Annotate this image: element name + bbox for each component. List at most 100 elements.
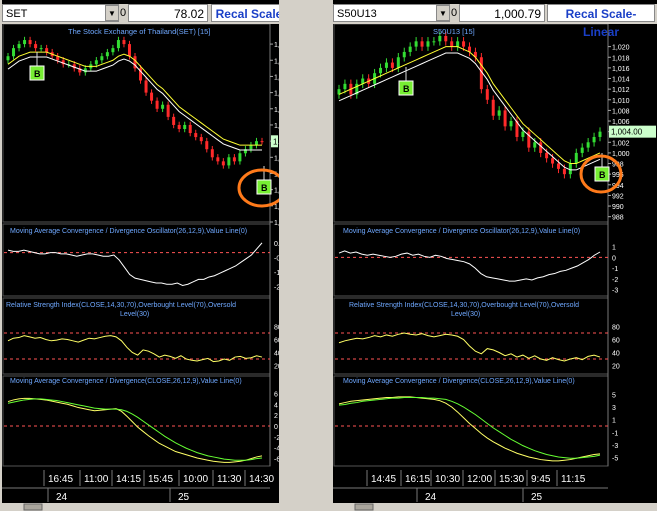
left-candle-body [150, 92, 154, 101]
left-candle-body [238, 153, 242, 162]
left-rsi-line [7, 335, 263, 363]
right-candle-body [444, 36, 448, 42]
left-rsi-title-line2: Level(30) [120, 311, 149, 318]
right-macd-signal-line [338, 397, 601, 459]
right-recal-scale-button[interactable]: Recal Scale-Linear [547, 4, 655, 39]
left-candle-body [155, 100, 159, 109]
right-symbol-dropdown-button[interactable]: ▼ [436, 5, 450, 21]
right-price-tick-label: 1,010 [612, 98, 630, 105]
right-rsi-title-line1: Relative Strength Index(CLOSE,14,30,70),… [349, 302, 579, 309]
right-buy-label: B [403, 84, 410, 94]
left-candle-body [144, 80, 148, 93]
right-candle-body [408, 46, 412, 52]
right-time-label: 9:45 [531, 474, 551, 485]
right-candle-body [598, 131, 602, 137]
right-price-tick-label: 990 [612, 204, 624, 211]
left-pane-frame-0 [2, 24, 271, 223]
right-rsi-tick-label: 40 [612, 351, 620, 358]
left-price-title: The Stock Exchange of Thailand(SET) [15] [68, 27, 210, 36]
right-osc-tick-label: -1 [612, 266, 618, 273]
left-zero-label: 0 [120, 7, 127, 19]
right-osc-line [338, 250, 601, 282]
left-buy-label: B [34, 69, 41, 79]
right-price-tick-label: 1,002 [612, 140, 630, 147]
left-time-label: 10:00 [183, 474, 208, 485]
right-price-tick-label: 988 [612, 215, 624, 222]
left-last-value: 78.02 [128, 4, 208, 22]
right-candle-body [390, 62, 394, 68]
right-candle-body [568, 163, 572, 175]
left-candle-body [39, 48, 43, 50]
right-candle-body [485, 89, 489, 100]
right-pane-frame-3 [333, 375, 609, 467]
right-chart-canvas: 1,020 1,018 1,016 1,014 1,012 1,010 1,008 1,006… [333, 24, 657, 511]
left-macd-tick-label: 4 [274, 402, 278, 409]
right-candle-body [379, 67, 383, 74]
right-zero-label: 0 [451, 7, 458, 19]
left-osc-line [7, 242, 263, 287]
left-toolbar: SET ▼ 0 78.02 Recal Scale-Linear [2, 4, 279, 24]
left-time-label: 11:30 [217, 474, 242, 485]
right-candle-body [414, 41, 418, 47]
right-scrollbar [333, 503, 657, 511]
right-candle-body [580, 147, 584, 153]
right-candle-body [402, 51, 406, 58]
left-candle-body [221, 161, 225, 166]
left-candle-body [188, 124, 192, 134]
right-candle-body [509, 121, 513, 127]
left-date-label: 25 [178, 492, 190, 503]
right-macd-tick-label: -1 [612, 430, 618, 437]
right-time-label: 15:30 [499, 474, 524, 485]
right-osc-tick-label: 0 [612, 255, 616, 262]
right-candle-body [545, 152, 549, 159]
left-chart-window: SET ▼ 0 78.02 Recal Scale-Linear 1,5061,… [2, 0, 279, 511]
right-time-label: 16:15 [405, 474, 430, 485]
right-candle-body [462, 41, 466, 47]
left-candle-body [216, 157, 220, 162]
left-time-label: 14:30 [249, 474, 274, 485]
left-macd-title: Moving Average Convergence / Divergence(… [10, 378, 242, 385]
right-macd-tick-label: 5 [612, 392, 616, 399]
right-time-label: 10:30 [435, 474, 460, 485]
left-symbol-select[interactable]: SET [2, 4, 119, 22]
right-chart-window: S50U13 ▼ 0 1,000.79 Recal Scale-Linear 1… [333, 0, 657, 511]
left-time-label: 11:00 [84, 474, 109, 485]
right-candle-body [343, 83, 347, 90]
left-candle-body [232, 157, 236, 162]
right-last-value: 1,000.79 [459, 4, 545, 22]
right-candle-body [396, 57, 400, 68]
left-candle-body [17, 44, 21, 49]
right-date-label: 25 [531, 492, 543, 503]
right-symbol-select[interactable]: S50U13 [333, 4, 450, 22]
right-candle-body [426, 41, 430, 47]
right-ma-line [338, 46, 601, 165]
right-candle-body [456, 41, 460, 47]
left-candle-body [94, 60, 98, 65]
right-price-tick-label: 1,016 [612, 66, 630, 73]
right-price-tick-label: 1,020 [612, 45, 630, 52]
right-rsi-line [338, 332, 601, 362]
right-rsi-tick-label: 60 [612, 338, 620, 345]
left-candle-body [28, 40, 32, 45]
right-candle-body [533, 142, 537, 148]
left-candle-body [12, 48, 16, 57]
right-candle-body [556, 163, 560, 169]
left-candle-body [199, 137, 203, 142]
left-time-label: 14:15 [116, 474, 141, 485]
left-candle-body [45, 48, 49, 53]
left-buy-label: B [261, 183, 268, 193]
right-macd-title: Moving Average Convergence / Divergence(… [343, 378, 575, 385]
left-candle-body [172, 116, 176, 125]
right-macd-tick-label: -3 [612, 443, 618, 450]
left-recal-scale-button[interactable]: Recal Scale-Linear [211, 4, 279, 22]
panel-divider[interactable] [279, 0, 329, 511]
left-candle-body [34, 44, 38, 49]
right-last-price-tag: 1,004.00 [611, 128, 643, 137]
left-symbol-dropdown-button[interactable]: ▼ [105, 5, 119, 21]
left-scrollbar-thumb [23, 503, 43, 511]
right-macd-tick-label: -5 [612, 456, 618, 463]
right-candle-body [420, 41, 424, 47]
left-candle-body [161, 104, 165, 109]
left-chart-canvas: 1,5061,5021,4981,4941,4901,4861,4821,478… [2, 24, 279, 511]
left-scrollbar [2, 503, 279, 511]
